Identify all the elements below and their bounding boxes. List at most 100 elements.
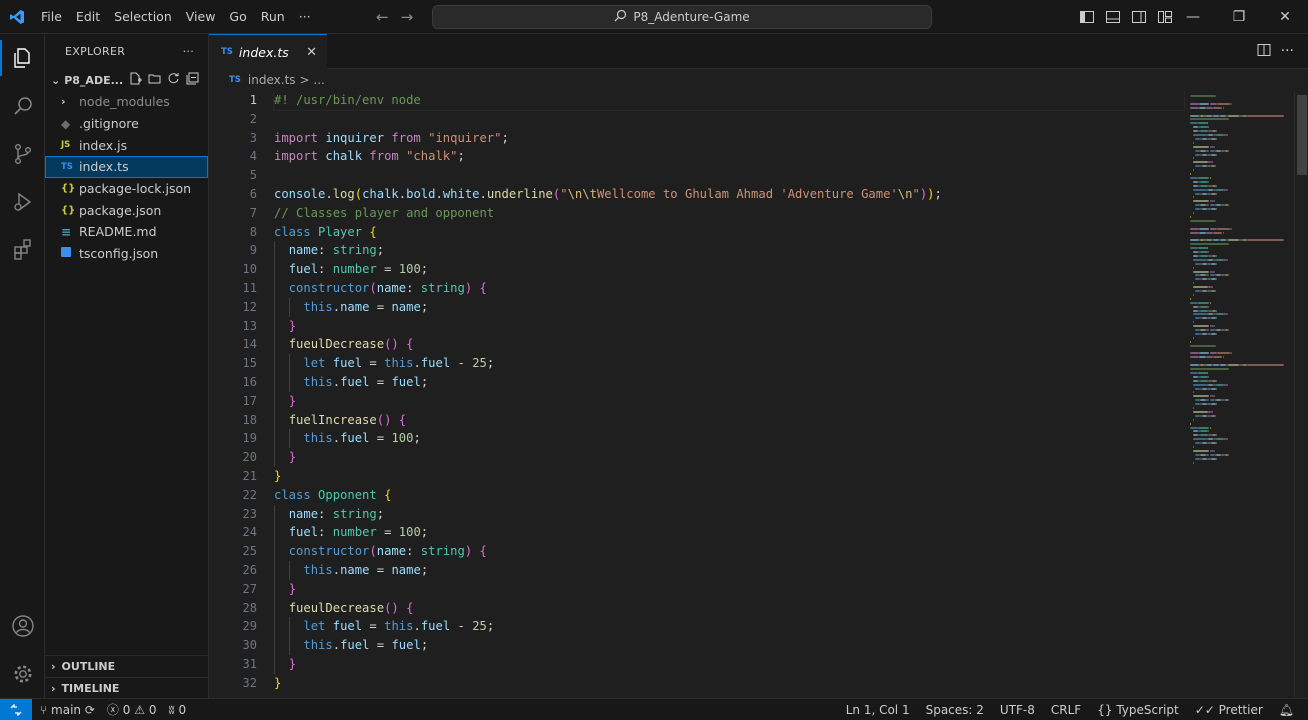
code-line[interactable]: let fuel = this.fuel - 25; bbox=[274, 617, 1184, 637]
menu-more[interactable]: ··· bbox=[292, 0, 318, 34]
code-line[interactable]: name: string; bbox=[274, 504, 1184, 524]
prettier-status[interactable]: ✓✓ Prettier bbox=[1195, 703, 1263, 717]
code-line[interactable]: this.fuel = fuel; bbox=[274, 636, 1184, 655]
file-readme-md[interactable]: ≡ README.md bbox=[45, 221, 208, 243]
outline-section[interactable]: › OUTLINE bbox=[45, 655, 209, 677]
command-center-search[interactable]: P8_Adenture-Game bbox=[432, 5, 932, 29]
code-line[interactable]: #! /usr/bin/env node bbox=[273, 91, 1185, 111]
code-line[interactable]: class Opponent { bbox=[274, 486, 1184, 505]
menu-file[interactable]: File bbox=[34, 0, 69, 34]
code-token: import bbox=[274, 149, 326, 164]
end-of-line[interactable]: CRLF bbox=[1051, 703, 1081, 717]
file-package-json[interactable]: {} package.json bbox=[45, 199, 208, 221]
tab-index-ts[interactable]: TS index.ts ✕ bbox=[209, 34, 327, 69]
ports-indicator[interactable]: ʬ 0 bbox=[168, 703, 186, 717]
code-line[interactable]: } bbox=[274, 316, 1184, 336]
explorer-icon[interactable] bbox=[0, 34, 45, 82]
file-node-modules[interactable]: › node_modules bbox=[45, 91, 208, 113]
code-line[interactable]: name: string; bbox=[274, 241, 1184, 261]
code-line[interactable]: import chalk from "chalk"; bbox=[274, 147, 1184, 166]
breadcrumb-rest[interactable]: > ... bbox=[300, 73, 325, 87]
refresh-icon[interactable] bbox=[167, 72, 180, 88]
file-tsconfig-json[interactable]: tsconfig.json bbox=[45, 243, 208, 265]
search-icon[interactable] bbox=[0, 82, 45, 130]
code-token: { bbox=[369, 224, 377, 239]
branch-indicator[interactable]: ⑂ main ⟳ bbox=[40, 703, 95, 717]
settings-gear-icon[interactable] bbox=[0, 650, 45, 698]
code-line[interactable]: this.fuel = fuel; bbox=[274, 372, 1184, 392]
code-line[interactable]: import inquirer from "inquirer"; bbox=[274, 129, 1184, 148]
file-gitignore[interactable]: ◆ .gitignore bbox=[45, 113, 208, 135]
menu-edit[interactable]: Edit bbox=[69, 0, 107, 34]
extensions-icon[interactable] bbox=[0, 226, 45, 274]
file-index-ts[interactable]: TS index.ts bbox=[45, 156, 208, 178]
remote-indicator-icon[interactable] bbox=[0, 698, 32, 720]
file-index-js[interactable]: JS index.js bbox=[45, 134, 208, 156]
new-folder-icon[interactable] bbox=[148, 72, 161, 88]
file-package-lock-json[interactable]: {} package-lock.json bbox=[45, 178, 208, 200]
indentation[interactable]: Spaces: 2 bbox=[926, 703, 984, 717]
more-actions-icon[interactable]: ··· bbox=[1281, 43, 1294, 61]
menu-view[interactable]: View bbox=[179, 0, 223, 34]
cursor-position[interactable]: Ln 1, Col 1 bbox=[846, 703, 910, 717]
close-tab-icon[interactable]: ✕ bbox=[306, 45, 317, 60]
code-line[interactable]: } bbox=[274, 674, 1184, 693]
code-line[interactable]: fuel: number = 100; bbox=[274, 523, 1184, 543]
explorer-more-button[interactable]: ··· bbox=[183, 45, 194, 58]
notifications-bell-icon[interactable]: 🔔︎ bbox=[1279, 703, 1294, 717]
breadcrumb-file[interactable]: index.ts bbox=[248, 73, 296, 87]
minimap-mark bbox=[1222, 106, 1224, 109]
code-line[interactable]: } bbox=[274, 579, 1184, 599]
split-editor-icon[interactable] bbox=[1257, 43, 1271, 61]
toggle-panel-icon[interactable] bbox=[1104, 8, 1122, 26]
code-line[interactable]: fuelIncrease() { bbox=[274, 410, 1184, 430]
code-line[interactable]: let fuel = this.fuel - 25; bbox=[274, 354, 1184, 373]
close-window-icon[interactable]: ✕ bbox=[1262, 0, 1308, 34]
toggle-primary-sidebar-icon[interactable] bbox=[1078, 8, 1096, 26]
minimap-mark bbox=[1213, 239, 1219, 242]
code-line[interactable]: class Player { bbox=[274, 223, 1184, 242]
minimap-mark bbox=[1213, 114, 1219, 117]
source-control-icon[interactable] bbox=[0, 130, 45, 178]
code-line[interactable]: // Classes player and opponent bbox=[274, 204, 1184, 223]
minimap[interactable] bbox=[1184, 91, 1294, 471]
code-line[interactable]: fueulDecrease() { bbox=[274, 335, 1184, 355]
timeline-section[interactable]: › TIMELINE bbox=[45, 677, 209, 699]
code-editor[interactable]: 1 2 3 4 5 6 7 8 9 10 11 12 13 14 15 16 17 18 19 20 21 22 23 24 2… bbox=[209, 91, 1308, 698]
menu-go[interactable]: Go bbox=[222, 0, 253, 34]
forward-arrow-icon[interactable]: → bbox=[401, 8, 414, 26]
code-line[interactable]: fuel: number = 100; bbox=[274, 260, 1184, 279]
code-line[interactable]: this.fuel = 100; bbox=[274, 429, 1184, 449]
scrollbar-thumb[interactable] bbox=[1297, 95, 1307, 175]
restore-icon[interactable]: ❐ bbox=[1216, 0, 1262, 34]
code-line[interactable]: } bbox=[274, 654, 1184, 674]
code-content[interactable]: #! /usr/bin/env node import inquirer from… bbox=[273, 91, 1185, 693]
code-line[interactable] bbox=[274, 110, 1184, 129]
code-line[interactable]: fueulDecrease() { bbox=[274, 598, 1184, 618]
back-arrow-icon[interactable]: ← bbox=[376, 8, 389, 26]
code-line[interactable]: console.log(chalk.bold.white.underline("… bbox=[274, 185, 1184, 204]
code-line[interactable]: constructor(name: string) { bbox=[274, 278, 1184, 298]
code-line[interactable]: } bbox=[274, 448, 1184, 467]
code-line[interactable]: this.name = name; bbox=[274, 560, 1184, 580]
workspace-folder[interactable]: ⌄ P8_ADE... bbox=[45, 69, 208, 91]
encoding[interactable]: UTF-8 bbox=[1000, 703, 1035, 717]
accounts-icon[interactable] bbox=[0, 602, 45, 650]
minimize-icon[interactable]: — bbox=[1170, 0, 1216, 34]
code-line[interactable]: } bbox=[274, 391, 1184, 411]
sync-icon[interactable]: ⟳ bbox=[85, 703, 95, 717]
toggle-secondary-sidebar-icon[interactable] bbox=[1130, 8, 1148, 26]
editor-scrollbar[interactable] bbox=[1294, 91, 1308, 698]
problems-indicator[interactable]: ⓧ 0 ⚠ 0 bbox=[107, 701, 157, 718]
menu-run[interactable]: Run bbox=[254, 0, 292, 34]
code-line[interactable]: } bbox=[274, 467, 1184, 486]
code-line[interactable]: this.name = name; bbox=[274, 297, 1184, 317]
collapse-all-icon[interactable] bbox=[186, 72, 199, 88]
run-debug-icon[interactable] bbox=[0, 178, 45, 226]
navigation-buttons: ← → bbox=[376, 8, 413, 26]
code-line[interactable] bbox=[274, 166, 1184, 185]
menu-selection[interactable]: Selection bbox=[107, 0, 179, 34]
new-file-icon[interactable] bbox=[129, 72, 143, 88]
language-mode[interactable]: {} TypeScript bbox=[1097, 703, 1178, 717]
code-line[interactable]: constructor(name: string) { bbox=[274, 542, 1184, 561]
